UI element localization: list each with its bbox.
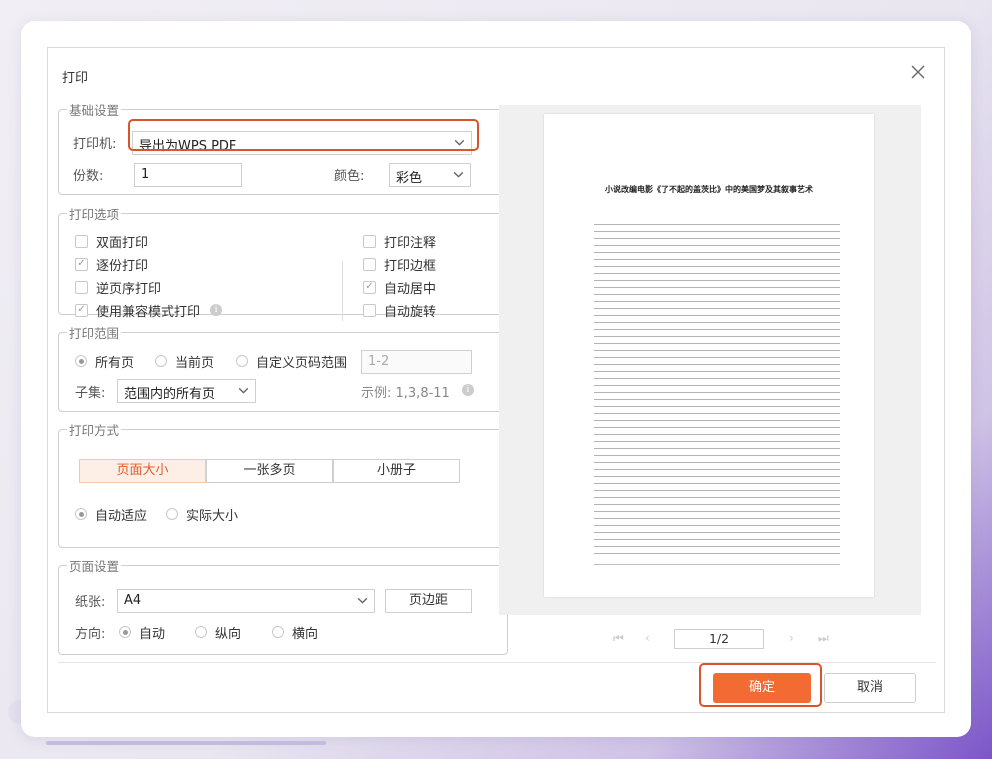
first-page-icon[interactable]: ⏮ bbox=[613, 631, 624, 646]
reverse-label: 逆页序打印 bbox=[96, 281, 162, 297]
print-preview: 小说改编电影《了不起的盖茨比》中的美国梦及其叙事艺术 bbox=[499, 105, 921, 615]
margins-button[interactable]: 页边距 bbox=[385, 589, 472, 613]
fit-label: 自动适应 bbox=[95, 508, 148, 524]
fit-radio[interactable]: 自动适应 bbox=[75, 505, 148, 524]
print-mode-legend: 打印方式 bbox=[69, 423, 120, 438]
orient-landscape-label: 横向 bbox=[292, 626, 319, 642]
preview-page: 小说改编电影《了不起的盖茨比》中的美国梦及其叙事艺术 bbox=[544, 114, 874, 597]
range-example: 示例: 1,3,8-11 bbox=[361, 386, 450, 401]
print-mode-group: 打印方式 页面大小 一张多页 小册子 自动适应 实际大小 bbox=[58, 420, 508, 548]
compat-label: 使用兼容模式打印 bbox=[96, 304, 201, 320]
chevron-down-icon bbox=[238, 387, 249, 394]
paper-label: 纸张: bbox=[75, 595, 106, 610]
radio-dot bbox=[75, 508, 87, 520]
borders-checkbox[interactable]: 打印边框 bbox=[363, 255, 437, 274]
annotations-checkbox[interactable]: 打印注释 bbox=[363, 232, 437, 251]
autorotate-label: 自动旋转 bbox=[384, 304, 437, 320]
collate-checkbox[interactable]: 逐份打印 bbox=[75, 255, 149, 274]
orient-auto-radio[interactable]: 自动 bbox=[119, 623, 166, 642]
next-page-icon[interactable]: › bbox=[789, 631, 794, 645]
orient-auto-label: 自动 bbox=[139, 626, 166, 642]
subset-select[interactable]: 范围内的所有页 bbox=[117, 379, 256, 403]
range-custom-label: 自定义页码范围 bbox=[256, 355, 348, 371]
checkbox-box bbox=[75, 257, 88, 271]
checkbox-box bbox=[363, 257, 376, 271]
close-icon[interactable] bbox=[908, 62, 928, 82]
orient-portrait-radio[interactable]: 纵向 bbox=[195, 623, 242, 642]
autocenter-label: 自动居中 bbox=[384, 281, 437, 297]
dialog-title: 打印 bbox=[62, 71, 89, 86]
print-range-group: 打印范围 所有页 当前页 自定义页码范围 1-2 子集: 范围内的所有页 示例:… bbox=[58, 323, 508, 412]
doc-title: 小说改编电影《了不起的盖茨比》中的美国梦及其叙事艺术 bbox=[605, 184, 813, 194]
copies-label: 份数: bbox=[73, 169, 104, 184]
print-range-legend: 打印范围 bbox=[69, 326, 120, 341]
range-all-label: 所有页 bbox=[95, 355, 135, 371]
info-icon[interactable]: i bbox=[462, 384, 474, 396]
tab-page-size[interactable]: 页面大小 bbox=[79, 459, 206, 483]
reverse-checkbox[interactable]: 逆页序打印 bbox=[75, 278, 162, 297]
color-label: 颜色: bbox=[334, 169, 365, 184]
prev-page-icon[interactable]: ‹ bbox=[645, 631, 650, 645]
radio-dot bbox=[195, 626, 207, 638]
tab-multi-page[interactable]: 一张多页 bbox=[206, 459, 333, 483]
actual-size-radio[interactable]: 实际大小 bbox=[166, 505, 239, 524]
checkbox-box bbox=[363, 234, 376, 248]
checkbox-box bbox=[75, 234, 88, 248]
duplex-label: 双面打印 bbox=[96, 235, 149, 251]
range-current-radio[interactable]: 当前页 bbox=[155, 352, 215, 371]
subset-label: 子集: bbox=[75, 386, 106, 401]
basic-settings-legend: 基础设置 bbox=[69, 103, 120, 118]
borders-label: 打印边框 bbox=[384, 258, 437, 274]
copies-input[interactable]: 1 bbox=[134, 163, 242, 187]
doc-footnote-rule bbox=[594, 564, 840, 565]
subset-value: 范围内的所有页 bbox=[124, 387, 216, 402]
range-current-label: 当前页 bbox=[175, 355, 215, 371]
printer-label: 打印机: bbox=[73, 137, 117, 152]
collate-label: 逐份打印 bbox=[96, 258, 149, 274]
checkbox-box bbox=[75, 303, 88, 317]
print-options-legend: 打印选项 bbox=[69, 207, 120, 222]
color-value: 彩色 bbox=[396, 171, 423, 186]
page-setup-group: 页面设置 纸张: A4 页边距 方向: 自动 纵向 横向 bbox=[58, 556, 508, 655]
last-page-icon[interactable]: ⏭ bbox=[818, 631, 829, 646]
paper-select[interactable]: A4 bbox=[117, 589, 375, 613]
chevron-down-icon bbox=[357, 597, 368, 604]
range-all-radio[interactable]: 所有页 bbox=[75, 352, 135, 371]
annotations-label: 打印注释 bbox=[384, 235, 437, 251]
print-dialog: 打印 基础设置 打印机: 导出为WPS PDF 份数: 1 颜色: 彩色 打印选… bbox=[47, 47, 945, 713]
chevron-down-icon bbox=[453, 171, 464, 178]
actual-size-label: 实际大小 bbox=[186, 508, 239, 524]
duplex-checkbox[interactable]: 双面打印 bbox=[75, 232, 149, 251]
info-icon[interactable]: i bbox=[210, 304, 223, 316]
paper-value: A4 bbox=[124, 593, 142, 608]
cancel-button[interactable]: 取消 bbox=[824, 673, 916, 703]
orientation-label: 方向: bbox=[75, 627, 106, 642]
checkbox-box bbox=[363, 303, 376, 317]
compat-checkbox[interactable]: 使用兼容模式打印 i bbox=[75, 301, 223, 320]
orient-landscape-radio[interactable]: 横向 bbox=[272, 623, 319, 642]
tab-booklet[interactable]: 小册子 bbox=[333, 459, 460, 483]
background-bar bbox=[46, 741, 326, 745]
doc-body-text bbox=[594, 224, 840, 559]
print-options-group: 打印选项 双面打印 逐份打印 逆页序打印 使用兼容模式打印 i 打印注释 打印边框… bbox=[58, 204, 508, 321]
autorotate-checkbox[interactable]: 自动旋转 bbox=[363, 301, 437, 320]
radio-dot bbox=[155, 355, 167, 367]
radio-dot bbox=[75, 355, 87, 367]
page-setup-legend: 页面设置 bbox=[69, 559, 120, 574]
checkbox-box bbox=[363, 280, 376, 294]
radio-dot bbox=[272, 626, 284, 638]
checkbox-box bbox=[75, 280, 88, 294]
autocenter-checkbox[interactable]: 自动居中 bbox=[363, 278, 437, 297]
radio-dot bbox=[236, 355, 248, 367]
range-custom-radio[interactable]: 自定义页码范围 bbox=[236, 352, 348, 371]
printer-highlight bbox=[128, 119, 479, 151]
radio-dot bbox=[166, 508, 178, 520]
radio-dot bbox=[119, 626, 131, 638]
color-select[interactable]: 彩色 bbox=[389, 163, 471, 187]
orient-portrait-label: 纵向 bbox=[215, 626, 242, 642]
options-divider bbox=[342, 261, 343, 321]
ok-button[interactable]: 确定 bbox=[713, 673, 811, 703]
custom-range-input[interactable]: 1-2 bbox=[361, 350, 472, 374]
page-indicator[interactable]: 1/2 bbox=[674, 629, 764, 649]
